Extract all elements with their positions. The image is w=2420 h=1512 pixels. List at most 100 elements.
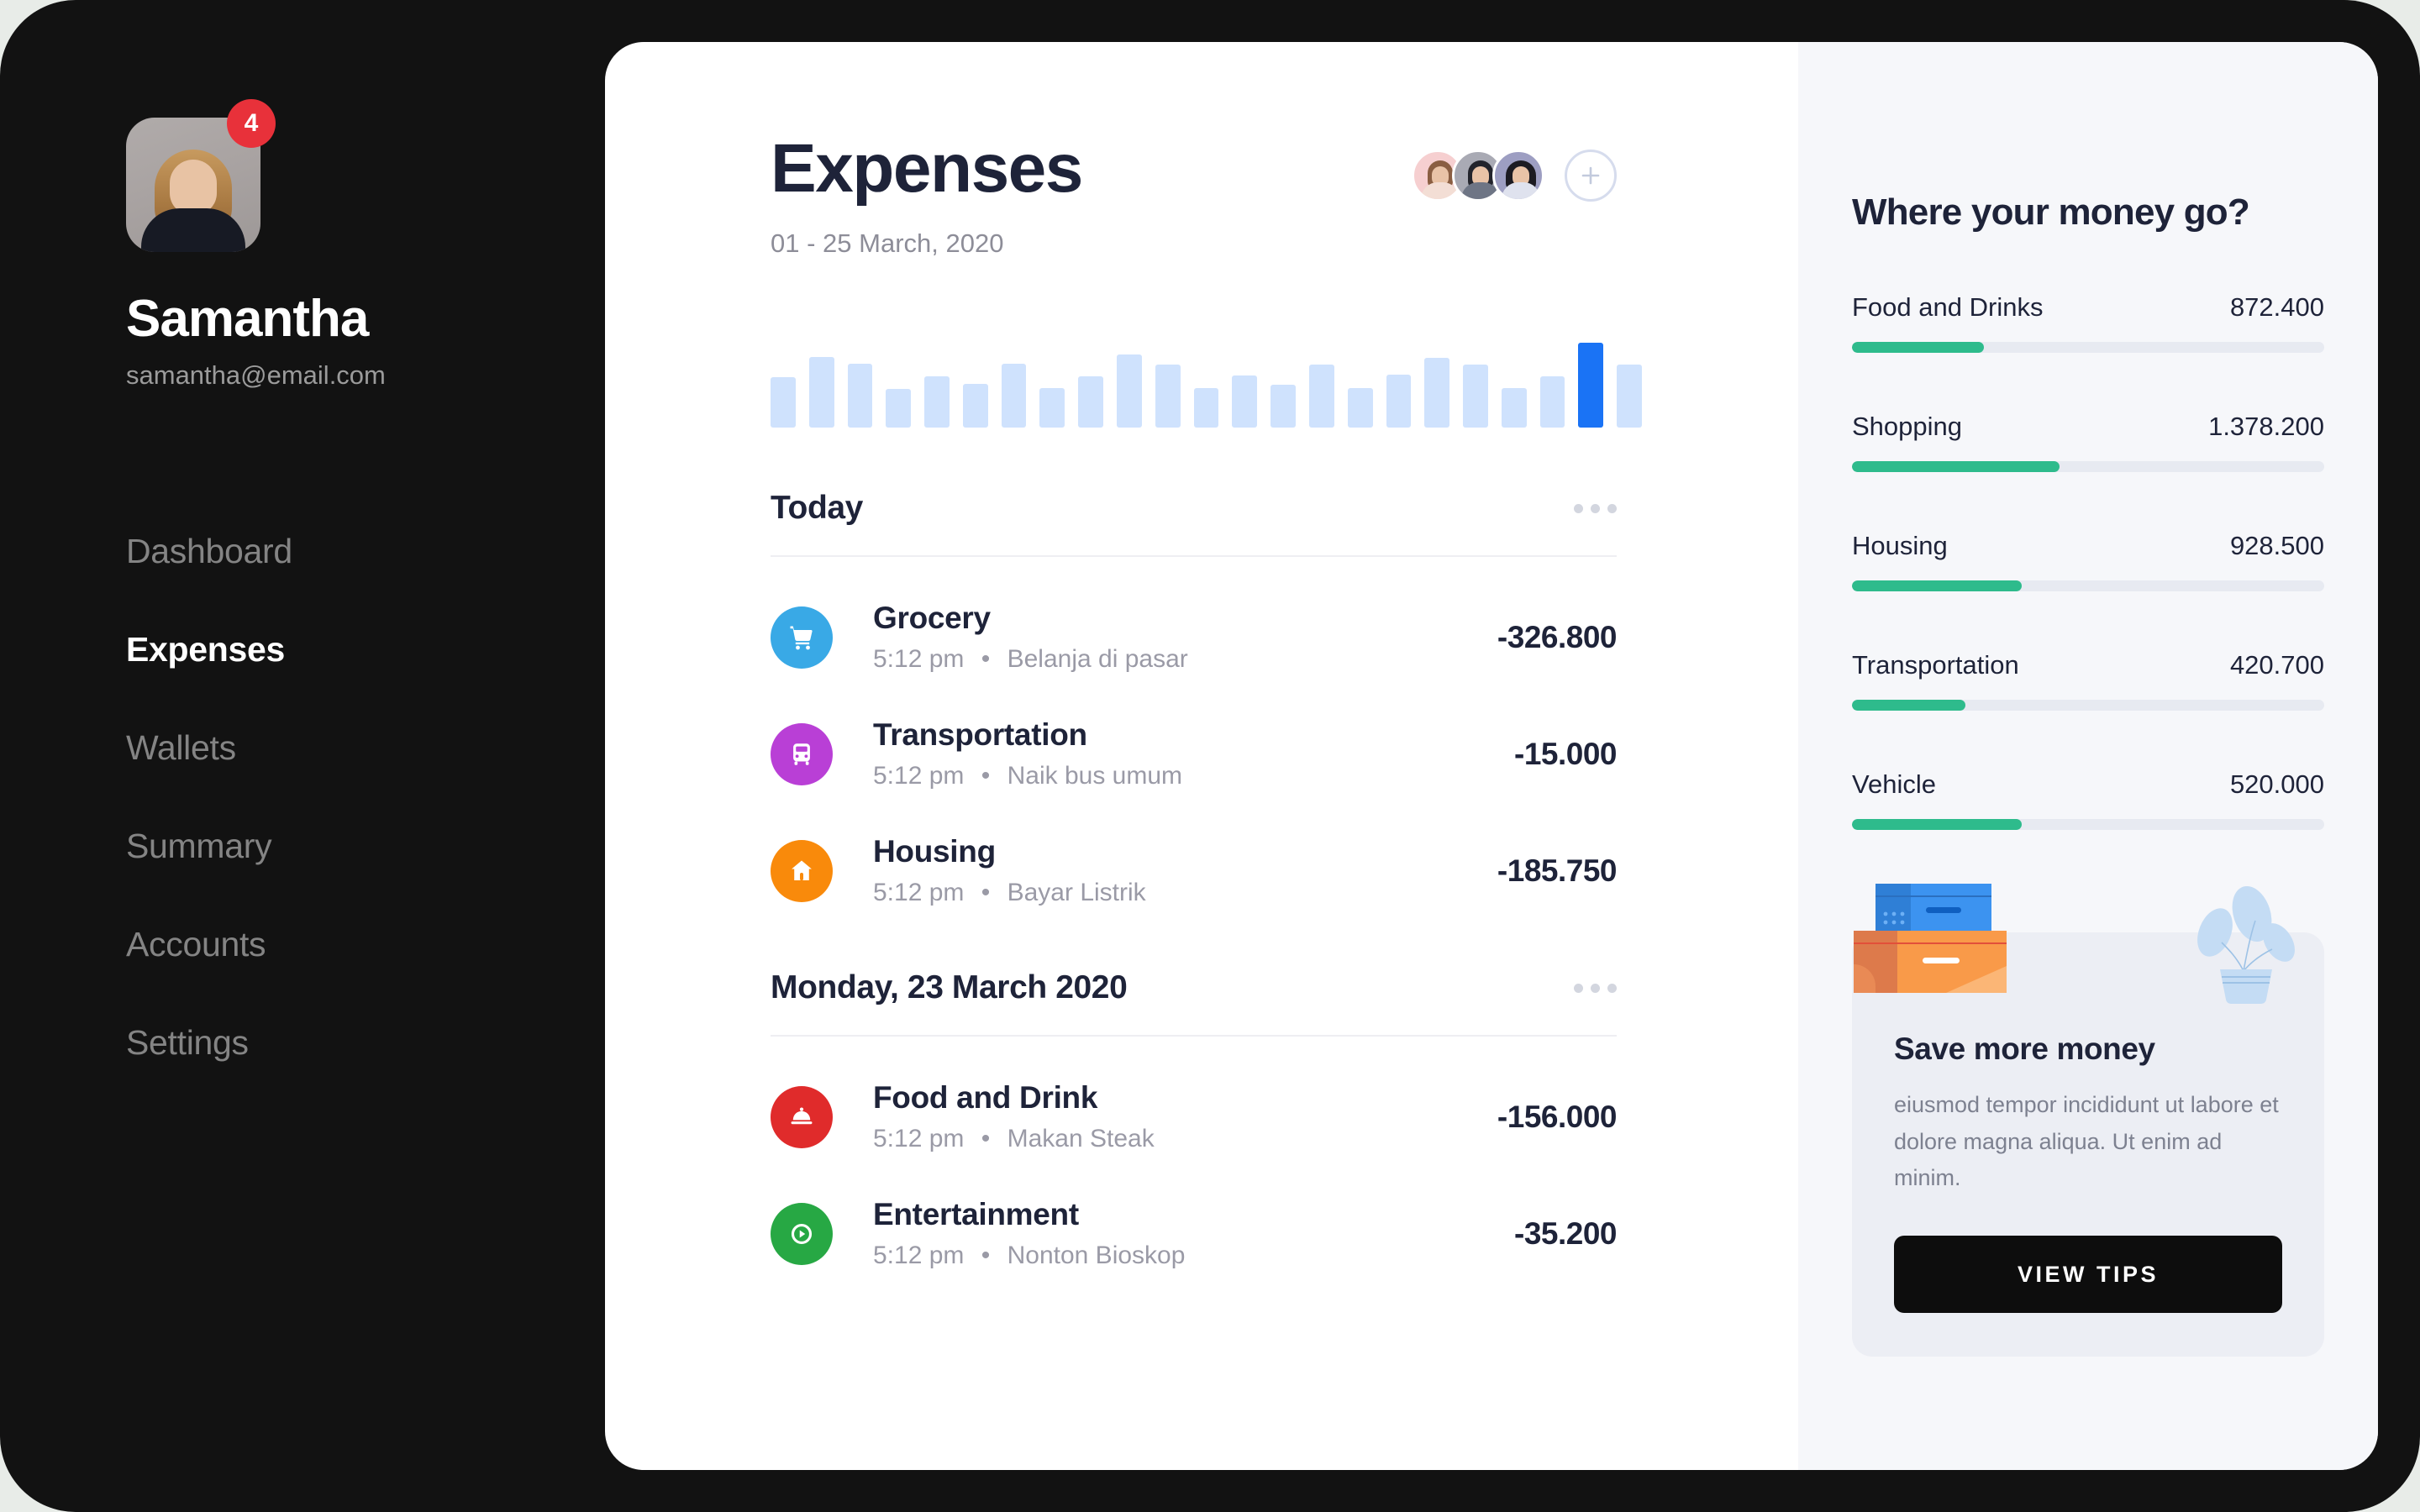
profile-avatar[interactable]: 4: [126, 99, 276, 252]
chart-bar[interactable]: [962, 384, 988, 428]
transaction-row[interactable]: Entertainment 5:12 pm • Nonton Bioskop -…: [771, 1197, 1618, 1270]
transaction-amount: -185.750: [1497, 853, 1618, 888]
category-label: Housing: [1852, 531, 1948, 560]
chart-bar[interactable]: [1578, 342, 1604, 428]
expenses-bar-chart: [771, 331, 1642, 428]
transaction-section: Today Grocery 5:12 pm • Belanja di pasar…: [771, 490, 1618, 907]
section-title: Today: [771, 490, 863, 526]
category-row: Vehicle 520.000: [1852, 769, 2324, 800]
transaction-sections: Today Grocery 5:12 pm • Belanja di pasar…: [771, 490, 1798, 1270]
chart-bar[interactable]: [1078, 376, 1104, 428]
transaction-meta: 5:12 pm • Nonton Bioskop: [873, 1242, 1514, 1270]
category-row: Transportation 420.700: [1852, 650, 2324, 680]
transaction-category: Transportation: [873, 717, 1087, 752]
page-title: Expenses: [771, 130, 1083, 207]
chart-bar[interactable]: [1308, 365, 1334, 428]
category-item: Transportation 420.700: [1852, 650, 2324, 711]
transaction-body: Grocery 5:12 pm • Belanja di pasar: [873, 601, 1497, 674]
money-panel-title: Where your money go?: [1852, 192, 2250, 233]
main-column: Expenses 01 - 25 March, 2020 Today Groce…: [605, 42, 1798, 1470]
meta-separator: •: [981, 1125, 991, 1152]
category-value: 420.700: [2229, 650, 2324, 680]
boxes-and-plant-illustration: [1854, 884, 2295, 1005]
category-value: 872.400: [2229, 292, 2324, 322]
chart-bar[interactable]: [1117, 354, 1142, 428]
category-progress-track: [1852, 819, 2324, 830]
collaborator-avatar-3[interactable]: [1492, 150, 1544, 202]
add-collaborator-button[interactable]: [1565, 150, 1617, 202]
transaction-category: Entertainment: [873, 1197, 1079, 1231]
transaction-row[interactable]: Transportation 5:12 pm • Naik bus umum -…: [771, 717, 1618, 790]
chart-bar[interactable]: [924, 376, 950, 428]
home-icon: [771, 839, 833, 902]
chart-bar[interactable]: [771, 377, 796, 428]
transaction-category: Grocery: [873, 601, 991, 635]
transaction-amount: -156.000: [1497, 1099, 1618, 1134]
transaction-category: Housing: [873, 834, 996, 869]
sidebar-item-expenses[interactable]: Expenses: [126, 630, 605, 669]
chart-bar[interactable]: [1386, 374, 1412, 428]
category-progress-track: [1852, 700, 2324, 711]
transaction-meta: 5:12 pm • Naik bus umum: [873, 762, 1514, 790]
more-horizontal-icon[interactable]: [1574, 983, 1617, 993]
sidebar-item-dashboard[interactable]: Dashboard: [126, 532, 605, 571]
chart-bar[interactable]: [1424, 358, 1450, 428]
notification-badge[interactable]: 4: [227, 99, 276, 148]
chart-bar[interactable]: [1270, 385, 1296, 428]
view-tips-button[interactable]: VIEW TIPS: [1894, 1236, 2282, 1314]
sidebar-item-settings[interactable]: Settings: [126, 1023, 605, 1063]
category-progress-track: [1852, 580, 2324, 591]
chart-bar[interactable]: [1155, 365, 1181, 428]
sidebar-item-accounts[interactable]: Accounts: [126, 925, 605, 964]
transaction-row[interactable]: Food and Drink 5:12 pm • Makan Steak -15…: [771, 1080, 1618, 1153]
chart-bar[interactable]: [1539, 376, 1565, 428]
transaction-time: 5:12 pm: [873, 1242, 965, 1269]
category-value: 928.500: [2229, 531, 2324, 560]
sidebar-nav: Dashboard Expenses Wallets Summary Accou…: [126, 532, 605, 1063]
sidebar-item-summary[interactable]: Summary: [126, 827, 605, 866]
category-label: Transportation: [1852, 650, 2019, 680]
transaction-amount: -326.800: [1497, 619, 1618, 654]
chart-bar[interactable]: [808, 357, 834, 428]
category-item: Shopping 1.378.200: [1852, 412, 2324, 472]
category-label: Vehicle: [1852, 769, 1936, 799]
chart-bar[interactable]: [1463, 365, 1488, 428]
promo-title: Save more money: [1894, 1032, 2155, 1066]
chart-bar[interactable]: [1001, 364, 1027, 428]
more-horizontal-icon[interactable]: [1574, 503, 1617, 513]
chart-bar[interactable]: [1347, 387, 1373, 428]
save-money-card: Save more money eiusmod tempor incididun…: [1852, 884, 2324, 1357]
chart-bar[interactable]: [886, 389, 912, 428]
money-panel: Where your money go? Food and Drinks 872…: [1798, 42, 2378, 1470]
transaction-note: Naik bus umum: [1007, 762, 1183, 790]
category-row: Food and Drinks 872.400: [1852, 292, 2324, 323]
promo-description: eiusmod tempor incididunt ut labore et d…: [1894, 1092, 2279, 1191]
transaction-body: Housing 5:12 pm • Bayar Listrik: [873, 834, 1497, 907]
category-value: 1.378.200: [2208, 412, 2324, 441]
sidebar-item-wallets[interactable]: Wallets: [126, 728, 605, 768]
chart-bar[interactable]: [847, 364, 873, 428]
transaction-note: Makan Steak: [1007, 1125, 1155, 1152]
meta-separator: •: [981, 762, 991, 790]
transaction-row[interactable]: Grocery 5:12 pm • Belanja di pasar -326.…: [771, 601, 1618, 674]
category-progress-fill: [1852, 819, 2023, 830]
chart-bar[interactable]: [1039, 387, 1065, 428]
user-email: samantha@email.com: [126, 360, 386, 390]
transaction-row[interactable]: Housing 5:12 pm • Bayar Listrik -185.750: [771, 834, 1618, 907]
transaction-time: 5:12 pm: [873, 879, 965, 906]
transaction-amount: -35.200: [1514, 1215, 1618, 1251]
chart-bar[interactable]: [1617, 365, 1642, 428]
category-item: Housing 928.500: [1852, 531, 2324, 591]
category-progress-track: [1852, 342, 2324, 353]
chart-bar[interactable]: [1501, 387, 1527, 428]
category-label: Shopping: [1852, 412, 1963, 441]
transaction-note: Nonton Bioskop: [1007, 1242, 1186, 1269]
user-name: Samantha: [126, 290, 369, 348]
transaction-body: Entertainment 5:12 pm • Nonton Bioskop: [873, 1197, 1514, 1270]
transaction-meta: 5:12 pm • Bayar Listrik: [873, 879, 1497, 907]
chart-bar[interactable]: [1193, 387, 1219, 428]
chart-bar[interactable]: [1232, 375, 1258, 428]
category-progress-fill: [1852, 342, 1985, 353]
app-shell: 4 Samantha samantha@email.com Dashboard …: [0, 0, 2420, 1512]
category-progress-track: [1852, 461, 2324, 472]
